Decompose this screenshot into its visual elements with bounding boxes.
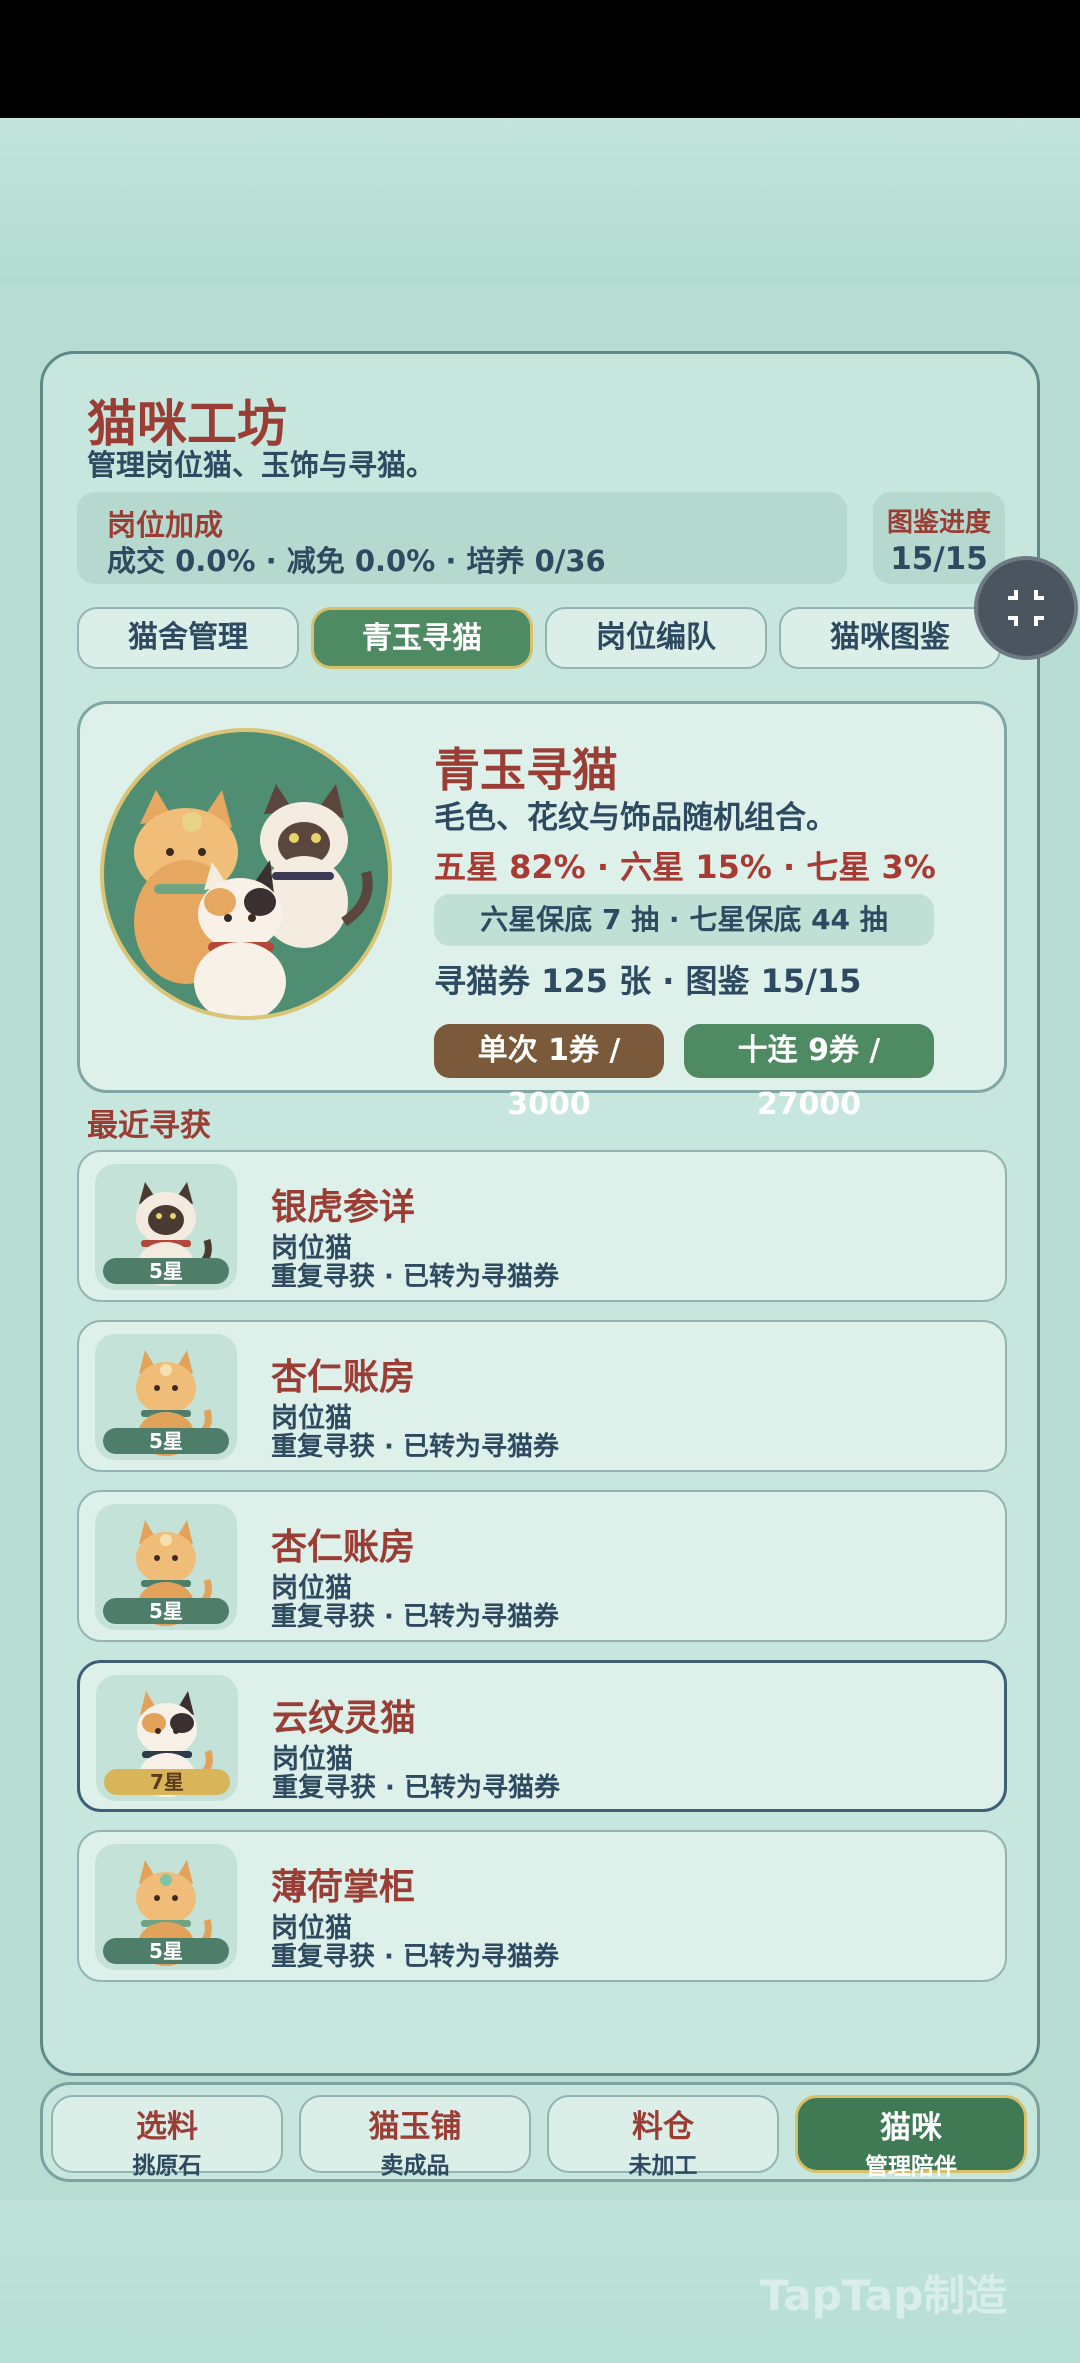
gacha-description: 毛色、花纹与饰品随机组合。 <box>434 800 837 836</box>
cat-note: 重复寻获 · 已转为寻猫券 <box>271 1262 559 1292</box>
cat-portrait: 5星 <box>95 1334 237 1460</box>
page-subtitle: 管理岗位猫、玉饰与寻猫。 <box>87 448 436 482</box>
nav-warehouse[interactable]: 料仓 未加工 <box>547 2095 779 2179</box>
collapse-window-button[interactable] <box>974 556 1078 660</box>
list-item[interactable]: 5星 杏仁账房 岗位猫 重复寻获 · 已转为寻猫券 <box>77 1320 1007 1472</box>
system-status-bar <box>0 0 1080 118</box>
nav-label: 猫玉铺 <box>368 2109 462 2145</box>
cat-portrait: 5星 <box>95 1504 237 1630</box>
cat-workshop-panel: 猫咪工坊 管理岗位猫、玉饰与寻猫。 岗位加成 成交 0.0% · 减免 0.0%… <box>40 351 1040 2076</box>
star-badge: 5星 <box>103 1258 229 1284</box>
nav-sublabel: 管理陪伴 <box>865 2154 957 2180</box>
bottom-navigation: 选料 挑原石 猫玉铺 卖成品 料仓 未加工 猫咪 管理陪伴 <box>40 2082 1040 2182</box>
star-badge: 5星 <box>103 1598 229 1624</box>
nav-jade-shop[interactable]: 猫玉铺 卖成品 <box>299 2095 531 2179</box>
nav-select-material[interactable]: 选料 挑原石 <box>51 2095 283 2179</box>
tab-formation[interactable]: 岗位编队 <box>545 607 767 669</box>
cat-note: 重复寻获 · 已转为寻猫券 <box>271 1942 559 1972</box>
recent-finds-list[interactable]: 5星 银虎参详 岗位猫 重复寻获 · 已转为寻猫券 5星 杏仁账房 岗位猫 重复寻获 · 已转… <box>77 1150 1017 2000</box>
cat-portrait: 5星 <box>95 1164 237 1290</box>
cat-name: 杏仁账房 <box>271 1357 416 1398</box>
ten-pull-button[interactable]: 十连 9券 / 27000 <box>684 1024 934 1122</box>
cat-note: 重复寻获 · 已转为寻猫券 <box>271 1432 559 1462</box>
collapse-icon <box>1008 590 1044 626</box>
cat-note: 重复寻获 · 已转为寻猫券 <box>271 1602 559 1632</box>
star-badge: 7星 <box>104 1769 230 1795</box>
list-item[interactable]: 5星 银虎参详 岗位猫 重复寻获 · 已转为寻猫券 <box>77 1150 1007 1302</box>
gacha-tickets: 寻猫券 125 张 · 图鉴 15/15 <box>434 962 862 1000</box>
cat-portrait: 7星 <box>96 1675 238 1801</box>
bonus-stats: 成交 0.0% · 减免 0.0% · 培养 0/36 <box>107 544 606 578</box>
nav-sublabel: 未加工 <box>628 2153 698 2179</box>
gacha-title: 青玉寻猫 <box>434 743 618 797</box>
tab-bar: 猫舍管理 青玉寻猫 岗位编队 猫咪图鉴 <box>77 607 1037 671</box>
recent-finds-label: 最近寻获 <box>87 1108 211 1144</box>
list-item[interactable]: 5星 杏仁账房 岗位猫 重复寻获 · 已转为寻猫券 <box>77 1490 1007 1642</box>
position-bonus-box: 岗位加成 成交 0.0% · 减免 0.0% · 培养 0/36 <box>77 492 847 584</box>
star-badge: 5星 <box>103 1938 229 1964</box>
cat-name: 薄荷掌柜 <box>271 1867 416 1908</box>
cat-name: 云纹灵猫 <box>272 1698 417 1739</box>
single-pull-button[interactable]: 单次 1券 / 3000 <box>434 1024 664 1122</box>
gacha-pity: 六星保底 7 抽 · 七星保底 44 抽 <box>434 894 934 946</box>
gacha-card: 青玉寻猫 毛色、花纹与饰品随机组合。 五星 82% · 六星 15% · 七星 … <box>77 701 1007 1122</box>
list-item[interactable]: 5星 薄荷掌柜 岗位猫 重复寻获 · 已转为寻猫券 <box>77 1830 1007 1982</box>
cat-name: 银虎参详 <box>271 1187 416 1228</box>
nav-cats[interactable]: 猫咪 管理陪伴 <box>795 2095 1027 2180</box>
nav-label: 选料 <box>136 2109 198 2145</box>
star-badge: 5星 <box>103 1428 229 1454</box>
tab-cattery[interactable]: 猫舍管理 <box>77 607 299 669</box>
tab-jade-search[interactable]: 青玉寻猫 <box>311 607 533 669</box>
gacha-cats-illustration <box>100 728 392 1020</box>
nav-label: 猫咪 <box>880 2110 942 2146</box>
gacha-rates: 五星 82% · 六星 15% · 七星 3% <box>434 848 936 886</box>
nav-sublabel: 挑原石 <box>132 2153 202 2179</box>
cat-name: 杏仁账房 <box>271 1527 416 1568</box>
tab-catalog[interactable]: 猫咪图鉴 <box>779 607 1001 669</box>
nav-label: 料仓 <box>632 2109 694 2145</box>
list-item[interactable]: 7星 云纹灵猫 岗位猫 重复寻获 · 已转为寻猫券 <box>77 1660 1007 1812</box>
taptap-watermark: TapTap制造 <box>760 2271 1008 2320</box>
nav-sublabel: 卖成品 <box>380 2153 450 2179</box>
background-top <box>0 118 1080 283</box>
cat-portrait: 5星 <box>95 1844 237 1970</box>
cat-note: 重复寻获 · 已转为寻猫券 <box>272 1773 560 1803</box>
collection-label: 图鉴进度 <box>886 508 991 538</box>
